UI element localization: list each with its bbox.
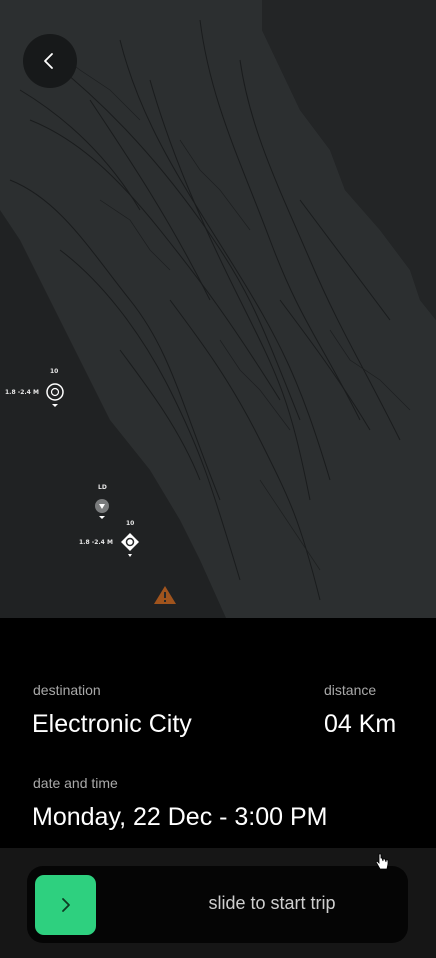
- pin-icon: [46, 383, 64, 407]
- map-marker[interactable]: LD: [90, 484, 114, 520]
- start-trip-slider[interactable]: slide to start trip: [27, 866, 408, 943]
- slider-label: slide to start trip: [208, 893, 336, 913]
- warning-icon: [154, 586, 176, 604]
- distance-label: distance: [324, 682, 377, 698]
- anchor-icon: [95, 499, 109, 519]
- distance-value: 04 Km: [324, 710, 397, 738]
- trip-info-panel: destination Electronic City distance 04 …: [0, 618, 436, 848]
- hand-cursor-icon: [375, 853, 389, 870]
- chevron-left-icon: [44, 53, 53, 69]
- destination-value: Electronic City: [32, 710, 192, 738]
- datetime-value: Monday, 22 Dec - 3:00 PM: [32, 803, 328, 831]
- destination-label: destination: [33, 682, 101, 698]
- back-button[interactable]: [23, 34, 77, 88]
- map-marker[interactable]: 10 1.8 -2.4 M: [0, 366, 80, 416]
- chevron-right-icon: [61, 898, 70, 912]
- marker-count: 10: [50, 368, 59, 375]
- bottom-bar: slide to start trip: [0, 848, 436, 958]
- map-view[interactable]: 10 1.8 -2.4 M LD 10 1.8 -2.4 M: [0, 0, 436, 618]
- marker-count: LD: [98, 484, 107, 491]
- marker-range: 1.8 -2.4 M: [79, 539, 113, 546]
- slider-handle[interactable]: [35, 875, 96, 935]
- map-marker[interactable]: 10 1.8 -2.4 M: [76, 518, 146, 558]
- marker-count: 10: [126, 520, 135, 527]
- datetime-label: date and time: [33, 775, 118, 791]
- map-terrain: [0, 0, 436, 618]
- marker-range: 1.8 -2.4 M: [5, 389, 39, 396]
- diamond-icon: [121, 533, 139, 557]
